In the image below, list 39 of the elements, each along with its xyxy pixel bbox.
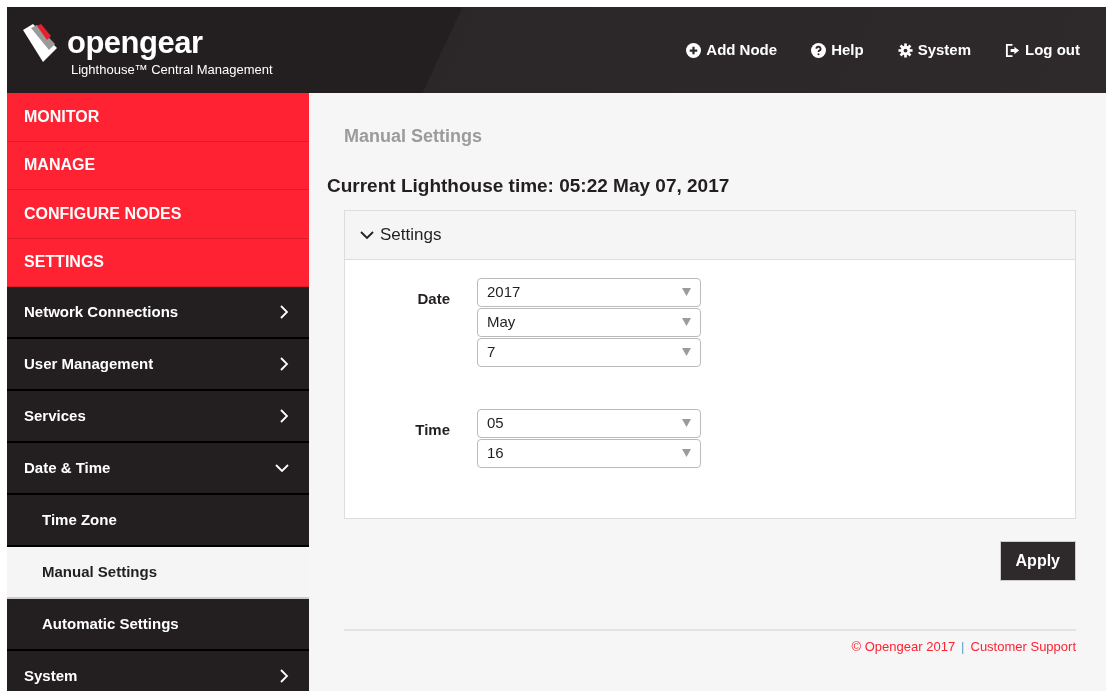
help-icon — [811, 42, 827, 58]
nav-link[interactable]: Add Node — [686, 38, 778, 62]
nav-link[interactable]: Help — [811, 38, 864, 62]
sidebar-category[interactable]: SETTINGS — [7, 238, 309, 287]
select-field[interactable]: May — [477, 307, 701, 337]
dropdown-arrow-icon — [682, 288, 691, 296]
copyright-text: © Opengear 2017 — [851, 637, 956, 656]
current-time-heading: Current Lighthouse time: 05:22 May 07, 2017 — [327, 174, 731, 198]
nav-link[interactable]: Log out — [1005, 38, 1080, 62]
chevron-right-icon — [280, 305, 289, 319]
settings-icon — [897, 42, 913, 58]
customer-support-link[interactable]: Customer Support — [970, 636, 1076, 656]
dropdown-arrow-icon — [682, 449, 691, 457]
sidebar-category[interactable]: CONFIGURE NODES — [7, 190, 309, 239]
chevron-right-icon — [280, 409, 289, 423]
dropdown-arrow-icon — [682, 318, 691, 326]
dropdown-arrow-icon — [682, 419, 691, 427]
chevron-right-icon — [280, 357, 289, 371]
select-field[interactable]: 7 — [477, 337, 701, 367]
sidebar-category[interactable]: MONITOR — [7, 93, 309, 142]
nav-link[interactable]: System — [897, 38, 971, 62]
sidebar-subitem[interactable]: Manual Settings — [7, 547, 309, 599]
plus-circle-icon — [686, 42, 702, 58]
select-field[interactable]: 2017 — [477, 277, 701, 307]
field-label: Time — [414, 419, 450, 440]
select-field[interactable]: 16 — [477, 438, 701, 468]
sidebar-category[interactable]: MANAGE — [7, 141, 309, 190]
apply-button[interactable]: Apply — [999, 540, 1076, 581]
select-field[interactable]: 05 — [477, 408, 701, 438]
logo-text: opengear — [67, 26, 203, 58]
page-title: Manual Settings — [344, 125, 483, 148]
chevron-right-icon — [280, 669, 289, 683]
logo-subtitle: Lighthouse™ Central Management — [70, 61, 274, 80]
footer-separator: | — [961, 637, 965, 656]
field-label: Date — [416, 288, 450, 309]
dropdown-arrow-icon — [682, 348, 691, 356]
chevron-down-icon — [275, 463, 289, 473]
logout-icon — [1005, 42, 1020, 58]
panel-header[interactable]: Settings — [345, 210, 1075, 260]
